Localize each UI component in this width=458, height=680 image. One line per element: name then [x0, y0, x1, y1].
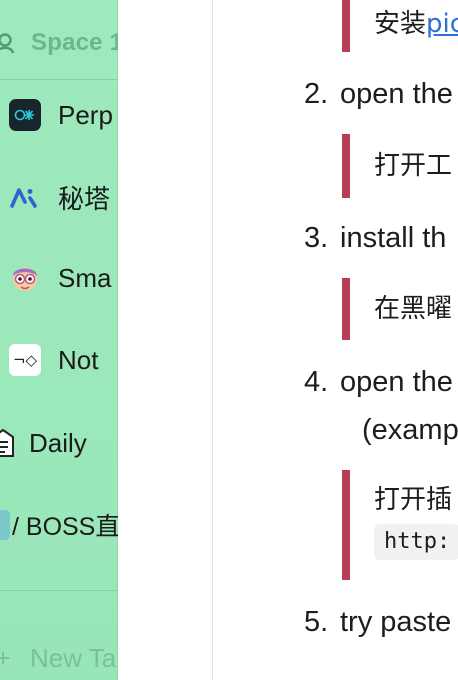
list-item-text: install th — [340, 222, 447, 254]
notion-icon: ¬◇ — [8, 343, 42, 377]
metaso-icon — [8, 180, 42, 214]
sidebar-tab-label: / BOSS直 — [12, 513, 118, 541]
sidebar-tab-perplexity[interactable]: Perp — [8, 95, 113, 135]
daily-icon — [0, 426, 20, 460]
blockquote: 在黑曜 — [342, 278, 458, 340]
sidebar-divider — [0, 590, 118, 591]
profile-icon — [0, 32, 16, 54]
list-number: 5. — [304, 606, 329, 638]
plus-icon: + — [0, 642, 11, 673]
perplexity-icon — [8, 98, 42, 132]
sidebar-tab-daily[interactable]: Daily — [0, 423, 87, 463]
list-item: 2. open the — [304, 74, 453, 114]
sidebar-tab-label: Not — [58, 344, 99, 375]
smart-avatar-icon — [8, 261, 42, 295]
sidebar-divider — [0, 79, 118, 80]
sidebar-tab-metaso[interactable]: 秘塔 — [8, 177, 110, 217]
boss-icon — [0, 508, 10, 542]
blockquote: 打开工 — [342, 134, 458, 198]
inline-code: http: — [374, 524, 458, 560]
blockquote-text: 安装 — [374, 9, 427, 39]
list-item-text: try paste — [340, 606, 452, 638]
sidebar-tab-label: 秘塔 — [58, 183, 111, 214]
list-item: 4. open the — [304, 362, 453, 402]
blockquote-text: 在黑曜 — [374, 294, 453, 324]
sidebar-tab-label: Daily — [29, 427, 87, 458]
blockquote-link[interactable]: pic — [426, 9, 458, 39]
new-tab-label: New Ta — [30, 642, 117, 673]
blockquote: 安装pic — [342, 0, 458, 52]
sidebar-tab-notion[interactable]: ¬◇ Not — [8, 340, 98, 380]
list-item-continuation: (examp — [362, 414, 458, 446]
list-number: 4. — [304, 366, 329, 398]
list-number: 2. — [304, 78, 329, 110]
list-item-text: open the — [340, 78, 453, 110]
sidebar: Space 1 Perp 秘塔 Sma ¬◇ Not Daily / BOSS直… — [0, 0, 118, 680]
blockquote: 打开插 http: — [342, 470, 458, 580]
list-item: 3. install th — [304, 218, 446, 258]
list-item: 5. try paste — [304, 602, 451, 642]
space-name: Space 1 — [31, 29, 118, 56]
document: 安装pic 2. open the 打开工 3. install th 在黑曜 4.… — [118, 0, 458, 680]
sidebar-tab-boss[interactable]: / BOSS直 — [0, 505, 118, 545]
sidebar-tab-label: Sma — [58, 262, 112, 293]
sidebar-tab-smart[interactable]: Sma — [8, 258, 111, 298]
space-switcher[interactable]: Space 1 — [0, 26, 118, 60]
blockquote-text: 打开工 — [374, 151, 453, 181]
content-area: 安装pic 2. open the 打开工 3. install th 在黑曜 4.… — [118, 0, 458, 680]
new-tab-button[interactable]: + New Ta — [0, 638, 116, 678]
sidebar-tab-label: Perp — [58, 99, 113, 130]
list-item-text: open the — [340, 366, 453, 398]
list-number: 3. — [304, 222, 329, 254]
blockquote-text: 打开插 — [374, 485, 453, 515]
